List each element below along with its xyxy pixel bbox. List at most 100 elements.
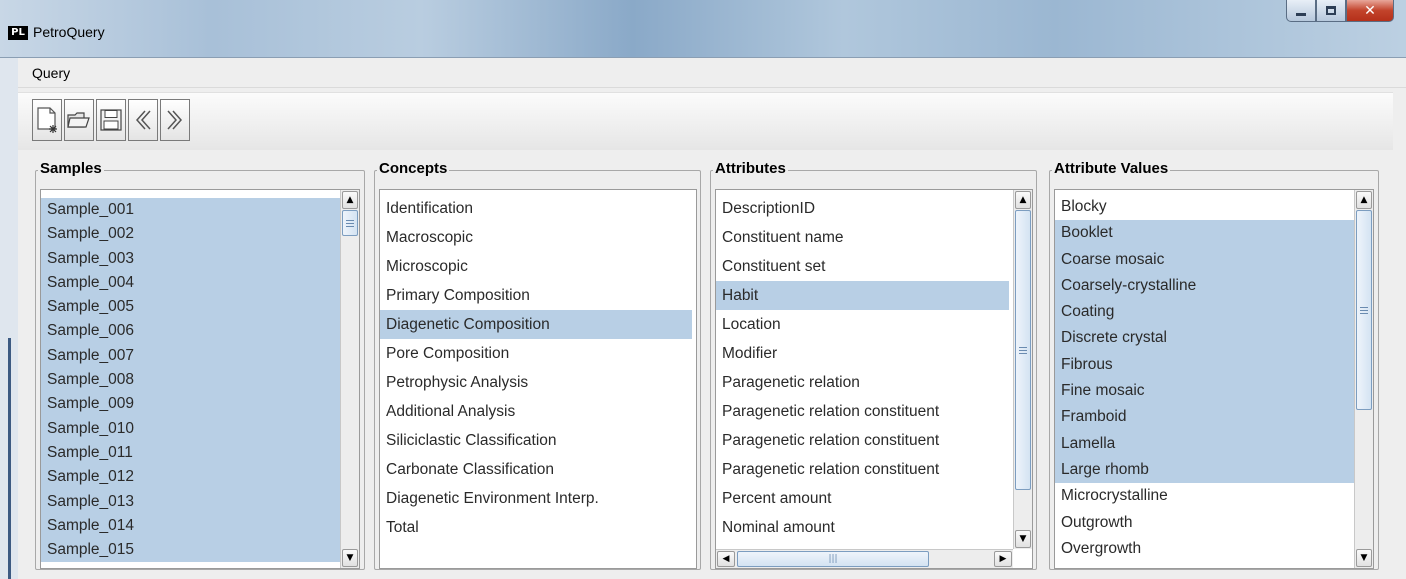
grip-icon: [1019, 346, 1027, 354]
scroll-right-button[interactable]: ▶: [994, 551, 1012, 567]
close-button[interactable]: ✕: [1346, 0, 1394, 22]
new-document-icon: [37, 107, 57, 133]
scroll-thumb[interactable]: [1356, 210, 1372, 410]
list-item[interactable]: Sample_010: [41, 416, 341, 441]
list-item[interactable]: Outgrowth: [1055, 510, 1355, 536]
new-query-button[interactable]: [32, 99, 62, 141]
list-item[interactable]: Sample_001: [41, 198, 341, 223]
list-item[interactable]: Booklet: [1055, 220, 1355, 247]
list-item[interactable]: Constituent name: [716, 223, 1009, 252]
list-item[interactable]: Petrophysic Analysis: [380, 368, 692, 397]
scroll-left-button[interactable]: ◀: [717, 551, 735, 567]
list-item[interactable]: Habit: [716, 281, 1009, 310]
attributes-vscrollbar[interactable]: ▲ ▼: [1013, 190, 1032, 549]
attributes-hscrollbar[interactable]: ◀ ||| ▶: [716, 549, 1013, 568]
scroll-up-button[interactable]: ▲: [342, 191, 358, 209]
window-controls: ✕: [1286, 0, 1394, 24]
list-item[interactable]: Coarse mosaic: [1055, 246, 1355, 273]
list-item[interactable]: Blocky: [1055, 194, 1355, 220]
app-logo-icon: PL: [8, 26, 28, 40]
grip-icon: [1360, 306, 1368, 314]
list-item[interactable]: Sample_003: [41, 246, 341, 271]
scroll-thumb[interactable]: [342, 210, 358, 236]
forward-button[interactable]: [160, 99, 190, 141]
list-item[interactable]: Paragenetic relation constituent: [716, 426, 1009, 455]
list-item[interactable]: Sample_008: [41, 368, 341, 393]
scroll-up-button[interactable]: ▲: [1015, 191, 1031, 209]
list-item[interactable]: Sample_013: [41, 489, 341, 514]
list-item[interactable]: Primary Composition: [380, 281, 692, 310]
concepts-panel: Concepts Identification Macroscopic Micros…: [374, 160, 701, 570]
scroll-up-button[interactable]: ▲: [1356, 191, 1372, 209]
list-item[interactable]: Fibrous: [1055, 351, 1355, 379]
list-item[interactable]: Sample_002: [41, 222, 341, 247]
concepts-list[interactable]: Identification Macroscopic Microscopic Prim…: [379, 189, 697, 569]
attribute-values-list[interactable]: Blocky Booklet Coarse mosaic Coarsely-cryst…: [1054, 189, 1374, 569]
list-item[interactable]: Total: [380, 513, 692, 542]
list-item[interactable]: Percent amount: [716, 484, 1009, 513]
list-item[interactable]: Additional Analysis: [380, 397, 692, 426]
list-item[interactable]: Sample_007: [41, 343, 341, 369]
list-item[interactable]: Microcrystalline: [1055, 483, 1355, 509]
left-edge-strip: [8, 338, 11, 579]
list-item[interactable]: Coating: [1055, 299, 1355, 326]
attribute-values-scrollbar[interactable]: ▲ ▼: [1354, 190, 1373, 568]
menu-query[interactable]: Query: [32, 65, 70, 81]
samples-title: Samples: [38, 160, 104, 177]
app-logo-text: PL: [11, 27, 25, 38]
scroll-thumb[interactable]: [1015, 210, 1031, 490]
list-item[interactable]: Sample_009: [41, 392, 341, 417]
list-item[interactable]: Fine mosaic: [1055, 378, 1355, 405]
list-item[interactable]: Sample_004: [41, 270, 341, 296]
scroll-down-button[interactable]: ▼: [1356, 549, 1372, 567]
list-item[interactable]: Sample_014: [41, 513, 341, 539]
attributes-items: DescriptionID Constituent name Constituent…: [716, 194, 1009, 542]
list-item[interactable]: Sample_011: [41, 440, 341, 466]
list-item[interactable]: Nominal amount: [716, 513, 1009, 542]
list-item[interactable]: Diagenetic Environment Interp.: [380, 484, 692, 513]
scroll-down-button[interactable]: ▼: [342, 549, 358, 567]
list-item[interactable]: Sample_006: [41, 319, 341, 344]
scroll-down-button[interactable]: ▼: [1015, 530, 1031, 548]
list-item[interactable]: Location: [716, 310, 1009, 339]
list-item[interactable]: Large rhomb: [1055, 456, 1355, 484]
title-bar[interactable]: PL PetroQuery ✕: [0, 0, 1406, 58]
maximize-button[interactable]: [1316, 0, 1346, 22]
list-item[interactable]: Identification: [380, 194, 692, 223]
list-item[interactable]: Sample_012: [41, 465, 341, 490]
list-item[interactable]: Constituent set: [716, 252, 1009, 281]
list-item[interactable]: Lamella: [1055, 430, 1355, 457]
samples-panel: Samples Sample_001 Sample_002 Sample_003 Sa…: [35, 160, 365, 570]
list-item[interactable]: Pore Composition: [380, 339, 692, 368]
list-item[interactable]: Microscopic: [380, 252, 692, 281]
list-item[interactable]: Coarsely-crystalline: [1055, 272, 1355, 300]
list-item[interactable]: Paragenetic relation constituent: [716, 397, 1009, 426]
grip-icon: [346, 219, 354, 227]
maximize-icon: [1326, 6, 1336, 15]
list-item[interactable]: Modifier: [716, 339, 1009, 368]
list-item[interactable]: Framboid: [1055, 404, 1355, 431]
samples-scrollbar[interactable]: ▲ ▼: [340, 190, 359, 568]
list-item[interactable]: Paragenetic relation constituent: [716, 455, 1009, 484]
attributes-list[interactable]: DescriptionID Constituent name Constituent…: [715, 189, 1033, 569]
back-button[interactable]: [128, 99, 158, 141]
list-item[interactable]: Diagenetic Composition: [380, 310, 692, 339]
list-item[interactable]: Carbonate Classification: [380, 455, 692, 484]
hscroll-thumb[interactable]: |||: [737, 551, 929, 567]
attribute-values-panel: Attribute Values Blocky Booklet Coarse mos…: [1049, 160, 1379, 570]
window-title: PetroQuery: [33, 24, 105, 40]
list-item[interactable]: DescriptionID: [716, 194, 1009, 223]
samples-list[interactable]: Sample_001 Sample_002 Sample_003 Sample_004…: [40, 189, 360, 569]
list-item[interactable]: Discrete crystal: [1055, 325, 1355, 352]
minimize-icon: [1296, 13, 1306, 16]
list-item[interactable]: Paragenetic relation: [716, 368, 1009, 397]
list-item[interactable]: Sample_005: [41, 295, 341, 320]
list-item[interactable]: Overgrowth: [1055, 536, 1355, 562]
save-button[interactable]: [96, 99, 126, 141]
minimize-button[interactable]: [1286, 0, 1316, 22]
list-item[interactable]: Siliciclastic Classification: [380, 426, 692, 455]
list-item[interactable]: Sample_015: [41, 538, 341, 563]
toolbar: [18, 92, 1393, 150]
open-button[interactable]: [64, 99, 94, 141]
list-item[interactable]: Macroscopic: [380, 223, 692, 252]
